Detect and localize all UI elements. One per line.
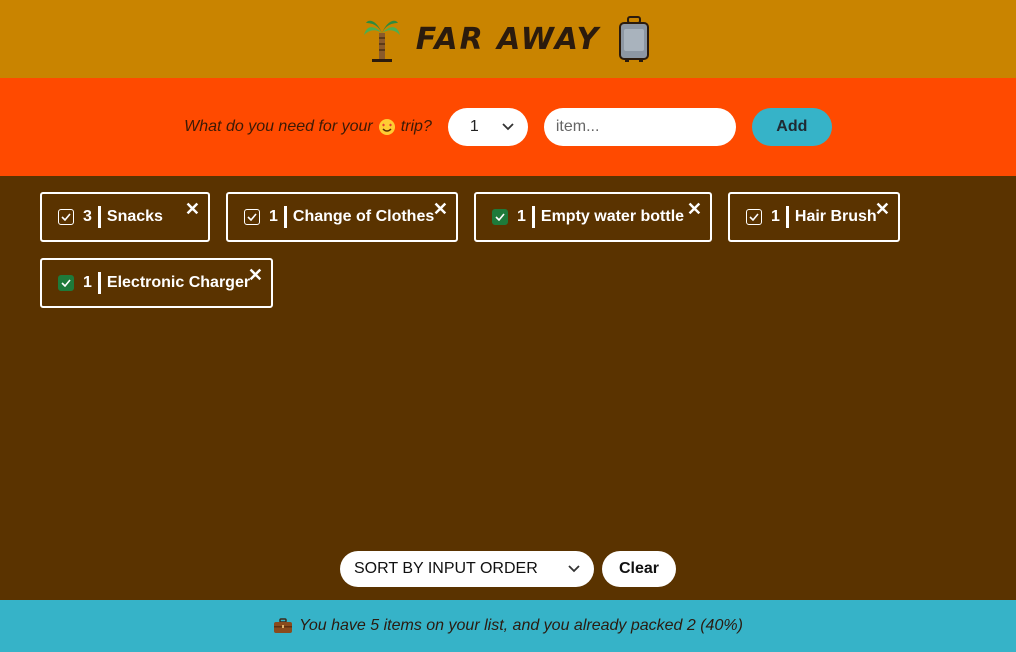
item-name: Empty water bottle	[540, 208, 685, 225]
check-icon	[61, 213, 71, 221]
packed-checkbox[interactable]	[58, 275, 74, 291]
quantity-value: 1	[469, 118, 479, 135]
item-quantity: 3	[83, 208, 92, 225]
packed-checkbox[interactable]	[746, 209, 762, 225]
delete-item-icon[interactable]: ✕	[433, 200, 448, 218]
add-item-form: What do you need for your trip? 1 Add	[0, 78, 1016, 176]
chevron-down-icon	[568, 565, 580, 573]
delete-item-icon[interactable]: ✕	[248, 266, 263, 284]
stats-text: You have 5 items on your list, and you a…	[299, 617, 743, 634]
item-quantity: 1	[269, 208, 278, 225]
briefcase-icon	[274, 618, 293, 633]
sort-value: SORT BY INPUT ORDER	[354, 560, 538, 577]
list-item: 3 Snacks ✕	[40, 192, 210, 242]
heart-eyes-face-icon	[378, 119, 395, 135]
item-quantity: 1	[83, 274, 92, 291]
list-item: 1 Empty water bottle ✕	[474, 192, 712, 242]
separator	[97, 206, 101, 228]
item-name: Electronic Charger	[106, 274, 251, 291]
add-button[interactable]: Add	[751, 108, 832, 146]
item-name: Hair Brush	[794, 208, 877, 225]
app-title: FAR AWAY	[415, 21, 601, 57]
item-name: Snacks	[106, 208, 163, 225]
list-item: 1 Electronic Charger ✕	[40, 258, 273, 308]
item-quantity: 1	[771, 208, 780, 225]
check-icon	[495, 213, 505, 221]
form-question: What do you need for your trip?	[184, 118, 432, 136]
list-item: 1 Change of Clothes ✕	[226, 192, 458, 242]
delete-item-icon[interactable]: ✕	[185, 200, 200, 218]
check-icon	[749, 213, 759, 221]
check-icon	[61, 279, 71, 287]
form-question-text: What do you need for your	[184, 118, 373, 135]
app-header: FAR AWAY	[0, 0, 1016, 78]
delete-item-icon[interactable]: ✕	[687, 200, 702, 218]
quantity-select[interactable]: 1	[447, 108, 528, 146]
item-quantity: 1	[517, 208, 526, 225]
separator	[531, 206, 535, 228]
delete-item-icon[interactable]: ✕	[875, 200, 890, 218]
separator	[785, 206, 789, 228]
packed-checkbox[interactable]	[244, 209, 260, 225]
clear-button[interactable]: Clear	[602, 551, 676, 587]
list-item: 1 Hair Brush ✕	[728, 192, 900, 242]
list-actions: SORT BY INPUT ORDER Clear	[340, 551, 676, 587]
sort-select[interactable]: SORT BY INPUT ORDER	[340, 551, 594, 587]
palm-tree-icon	[363, 20, 400, 62]
item-input[interactable]	[543, 108, 736, 146]
item-name: Change of Clothes	[292, 208, 435, 225]
check-icon	[247, 213, 257, 221]
separator	[97, 272, 101, 294]
luggage-icon	[619, 16, 650, 62]
separator	[283, 206, 287, 228]
stats-footer: You have 5 items on your list, and you a…	[0, 600, 1016, 652]
packed-checkbox[interactable]	[58, 209, 74, 225]
packed-checkbox[interactable]	[492, 209, 508, 225]
form-question-suffix: trip?	[400, 118, 432, 135]
chevron-down-icon	[502, 123, 514, 131]
